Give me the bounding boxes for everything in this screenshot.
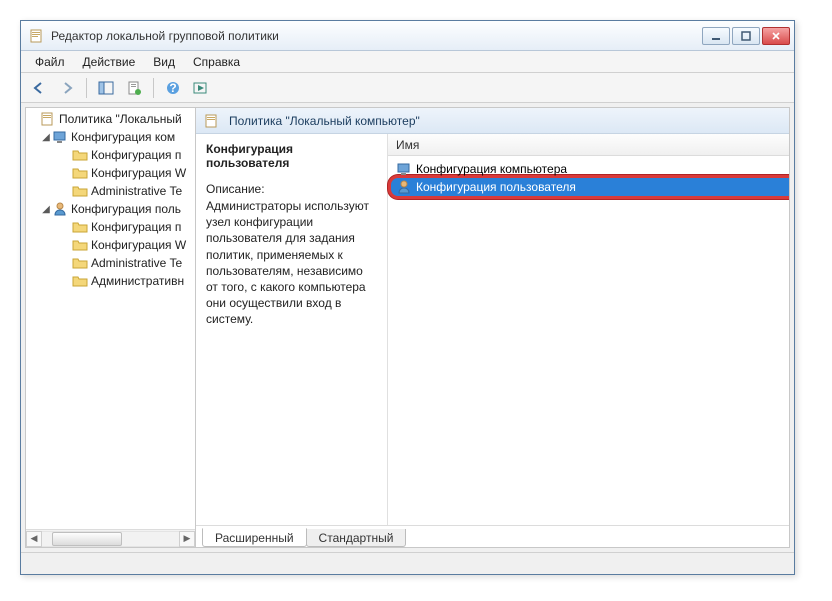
svg-text:?: ? — [169, 81, 176, 95]
scroll-track[interactable] — [42, 531, 179, 547]
tree-label: Конфигурация W — [91, 166, 186, 180]
menu-help[interactable]: Справка — [185, 53, 248, 71]
content-area: Политика "Локальный ◢ Конфигурация ком К… — [25, 107, 790, 548]
user-icon — [52, 201, 68, 217]
maximize-button[interactable] — [732, 27, 760, 45]
tree-item[interactable]: Конфигурация W — [26, 236, 195, 254]
menu-file[interactable]: Файл — [27, 53, 73, 71]
tree-item[interactable]: Административн — [26, 272, 195, 290]
list-item-label: Конфигурация пользователя — [416, 180, 576, 194]
tree-label: Конфигурация ком — [71, 130, 175, 144]
close-button[interactable] — [762, 27, 790, 45]
tree-label: Конфигурация W — [91, 238, 186, 252]
policy-icon — [40, 111, 56, 127]
scroll-left-button[interactable]: ◀ — [26, 531, 42, 547]
policy-tree[interactable]: Политика "Локальный ◢ Конфигурация ком К… — [26, 108, 195, 529]
column-header-name[interactable]: Имя — [388, 134, 789, 156]
tree-label: Administrative Te — [91, 256, 182, 270]
app-icon — [29, 28, 45, 44]
statusbar — [21, 552, 794, 574]
tab-extended[interactable]: Расширенный — [202, 528, 307, 547]
menu-action[interactable]: Действие — [75, 53, 144, 71]
tree-pane: Политика "Локальный ◢ Конфигурация ком К… — [26, 108, 196, 547]
tree-item[interactable]: Конфигурация п — [26, 146, 195, 164]
list-body[interactable]: Конфигурация компьютера Конфигурация пол… — [388, 156, 789, 525]
tree-label: Конфигурация п — [91, 220, 181, 234]
tree-item[interactable]: Конфигурация п — [26, 218, 195, 236]
toolbar: ? — [21, 73, 794, 103]
show-hide-tree-button[interactable] — [94, 76, 118, 100]
tree-hscrollbar[interactable]: ◀ ▶ — [26, 529, 195, 547]
action-run-button[interactable] — [189, 76, 213, 100]
menu-view[interactable]: Вид — [145, 53, 183, 71]
folder-icon — [72, 219, 88, 235]
folder-icon — [72, 183, 88, 199]
list-column: Имя Конфигурация компьютера Конфигурация… — [388, 134, 789, 525]
description-column: Конфигурация пользователя Описание: Адми… — [196, 134, 388, 525]
computer-icon — [396, 161, 412, 177]
titlebar[interactable]: Редактор локальной групповой политики — [21, 21, 794, 51]
scroll-right-button[interactable]: ▶ — [179, 531, 195, 547]
list-item-user-config[interactable]: Конфигурация пользователя — [394, 178, 783, 196]
folder-icon — [72, 255, 88, 271]
tree-label: Конфигурация поль — [71, 202, 181, 216]
scroll-thumb[interactable] — [52, 532, 122, 546]
user-icon — [396, 179, 412, 195]
forward-button[interactable] — [55, 76, 79, 100]
tab-standard[interactable]: Стандартный — [306, 529, 407, 547]
pane-title: Политика "Локальный компьютер" — [229, 114, 420, 128]
tree-user-config[interactable]: ◢ Конфигурация поль — [26, 200, 195, 218]
toolbar-separator — [86, 78, 87, 98]
folder-icon — [72, 237, 88, 253]
toolbar-separator — [153, 78, 154, 98]
folder-icon — [72, 273, 88, 289]
tree-computer-config[interactable]: ◢ Конфигурация ком — [26, 128, 195, 146]
tree-item[interactable]: Конфигурация W — [26, 164, 195, 182]
folder-icon — [72, 147, 88, 163]
tree-item[interactable]: Administrative Te — [26, 182, 195, 200]
tree-label: Administrative Te — [91, 184, 182, 198]
list-item-label: Конфигурация компьютера — [416, 162, 567, 176]
collapse-icon[interactable]: ◢ — [40, 204, 52, 215]
folder-icon — [72, 165, 88, 181]
description-text: Администраторы используют узел конфигура… — [206, 198, 377, 328]
tree-label: Конфигурация п — [91, 148, 181, 162]
minimize-button[interactable] — [702, 27, 730, 45]
app-window: Редактор локальной групповой политики Фа… — [20, 20, 795, 575]
details-pane: Политика "Локальный компьютер" Конфигура… — [196, 108, 789, 547]
tree-item[interactable]: Administrative Te — [26, 254, 195, 272]
back-button[interactable] — [27, 76, 51, 100]
collapse-icon[interactable]: ◢ — [40, 132, 52, 143]
computer-icon — [52, 129, 68, 145]
selected-item-title: Конфигурация пользователя — [206, 142, 377, 170]
window-title: Редактор локальной групповой политики — [51, 29, 702, 43]
tree-label: Административн — [91, 274, 184, 288]
description-label: Описание: — [206, 182, 377, 196]
view-tabs: Расширенный Стандартный — [196, 525, 789, 547]
pane-header: Политика "Локальный компьютер" — [196, 108, 789, 134]
tree-label: Политика "Локальный — [59, 112, 182, 126]
help-button[interactable]: ? — [161, 76, 185, 100]
properties-button[interactable] — [122, 76, 146, 100]
policy-icon — [204, 113, 220, 129]
menubar: Файл Действие Вид Справка — [21, 51, 794, 73]
tree-root[interactable]: Политика "Локальный — [26, 110, 195, 128]
